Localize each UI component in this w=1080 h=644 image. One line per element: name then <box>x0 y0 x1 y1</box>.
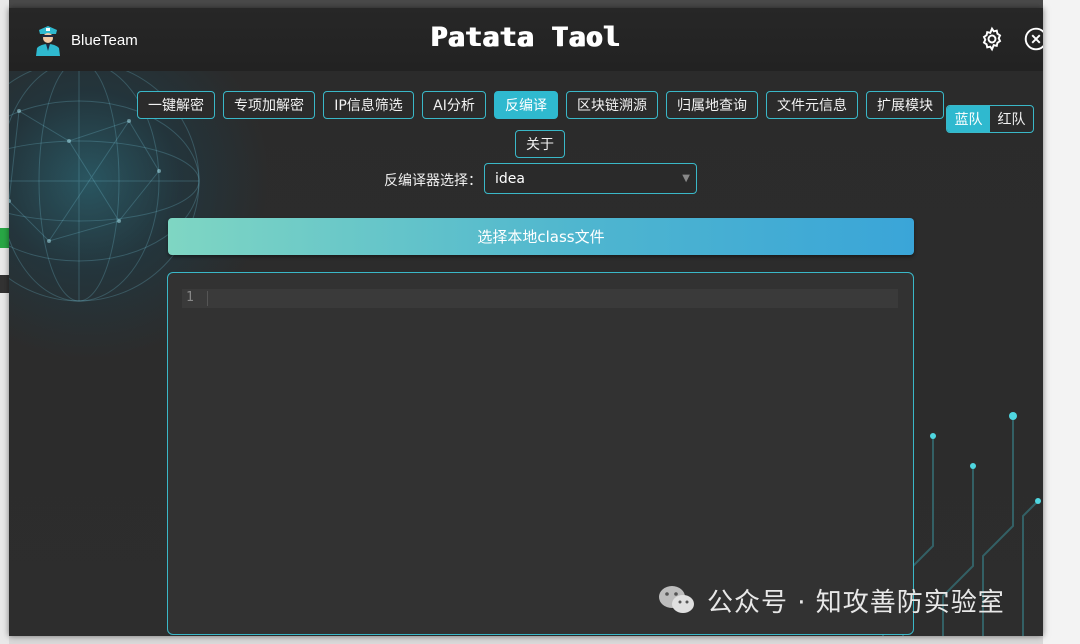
tab-location-lookup[interactable]: 归属地查询 <box>666 91 758 119</box>
background-dark-mark <box>0 275 9 293</box>
tab-special-crypto[interactable]: 专项加解密 <box>223 91 315 119</box>
tab-extension-modules[interactable]: 扩展模块 <box>866 91 944 119</box>
red-team-option[interactable]: 红队 <box>990 106 1033 132</box>
tab-file-metadata[interactable]: 文件元信息 <box>766 91 858 119</box>
wechat-icon <box>659 586 694 613</box>
line-number: 1 <box>186 290 194 305</box>
desktop-background-left <box>0 0 9 644</box>
tab-decompile[interactable]: 反编译 <box>494 91 558 119</box>
app-title: Patata Taol <box>431 22 621 53</box>
decompiler-select[interactable]: idea ▼ <box>484 163 697 194</box>
tab-blockchain-trace[interactable]: 区块链溯源 <box>566 91 658 119</box>
gutter-separator <box>207 291 208 306</box>
watermark: 公众号 · 知攻善防实验室 <box>657 580 1005 620</box>
desktop-background-right <box>1043 0 1080 644</box>
watermark-text: 公众号 · 知攻善防实验室 <box>707 587 1005 618</box>
close-icon <box>1024 27 1043 51</box>
desktop-background-top <box>0 0 1080 8</box>
blue-team-option[interactable]: 蓝队 <box>947 106 990 132</box>
choose-class-file-button[interactable]: 选择本地class文件 <box>168 218 914 255</box>
chevron-down-icon: ▼ <box>682 173 690 184</box>
settings-button[interactable] <box>979 26 1005 52</box>
decompiler-selected-value: idea <box>495 170 525 187</box>
titlebar: BlueTeam Patata Taol <box>9 8 1043 71</box>
app-window: BlueTeam Patata Taol 一键解密 专项加解密 IP信息筛选 A… <box>9 8 1043 636</box>
tab-ai-analysis[interactable]: AI分析 <box>422 91 486 119</box>
decompiler-label: 反编译器选择： <box>384 173 482 189</box>
team-toggle: 蓝队 红队 <box>946 105 1034 133</box>
main-content: 一键解密 专项加解密 IP信息筛选 AI分析 反编译 区块链溯源 归属地查询 文… <box>9 71 1043 636</box>
settings-icon <box>982 26 1002 52</box>
tab-about[interactable]: 关于 <box>515 130 565 158</box>
editor-current-line: 1 <box>182 289 898 308</box>
background-green-mark <box>0 228 9 248</box>
tab-ip-filter[interactable]: IP信息筛选 <box>323 91 414 119</box>
tab-one-click-decrypt[interactable]: 一键解密 <box>137 91 215 119</box>
close-button[interactable] <box>1023 26 1043 52</box>
